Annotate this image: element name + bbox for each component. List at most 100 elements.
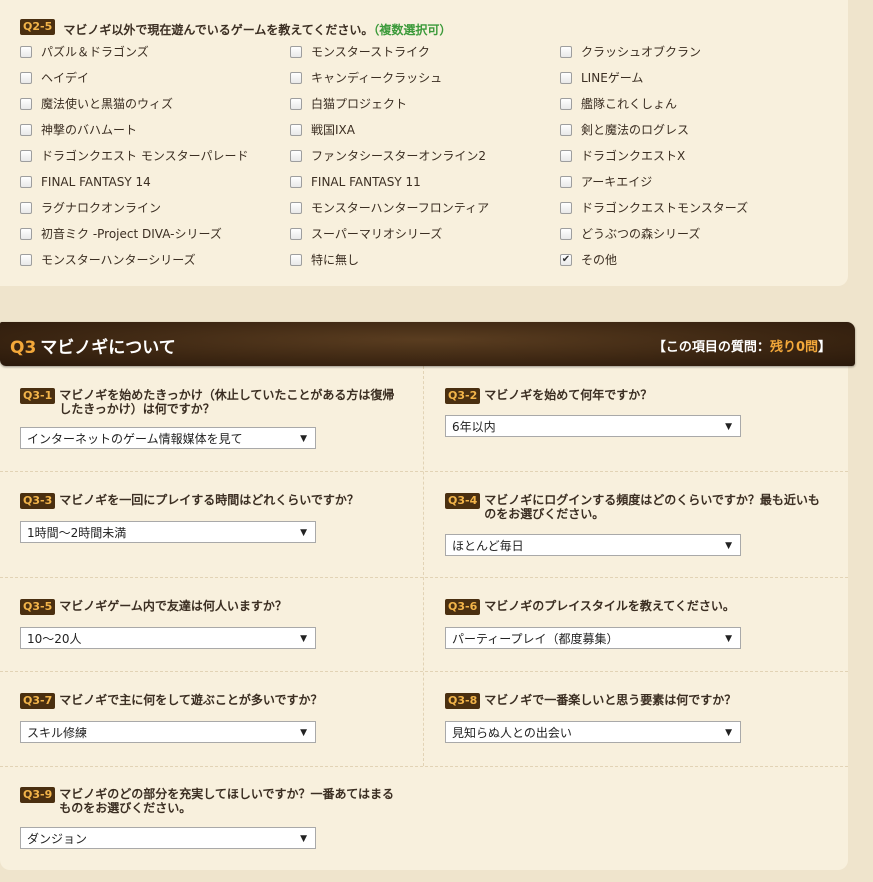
game-option[interactable]: ドラゴンクエスト モンスターパレード <box>20 148 248 164</box>
option-label: ドラゴンクエストX <box>581 149 686 163</box>
game-option[interactable]: キャンディークラッシュ <box>290 70 442 86</box>
game-option[interactable]: ラグナロクオンライン <box>20 200 161 216</box>
answer-select-q3-2[interactable]: 6年以内 ▼ <box>445 415 741 437</box>
answer-select-q3-5[interactable]: 10〜20人 ▼ <box>20 627 316 649</box>
game-option[interactable]: モンスターハンターシリーズ <box>20 252 196 268</box>
checkbox[interactable] <box>290 97 302 110</box>
game-option[interactable]: ヘイデイ <box>20 70 89 86</box>
question-heading: Q3-1 マビノギを始めたきっかけ（休止していたことがある方は復帰したきっかけ）は… <box>20 388 424 416</box>
game-option[interactable]: FINAL FANTASY 14 <box>20 174 151 190</box>
checkbox[interactable] <box>20 227 32 240</box>
checkbox[interactable] <box>560 201 572 214</box>
checkbox[interactable] <box>560 123 572 136</box>
option-label: 特に無し <box>311 253 360 267</box>
checkbox[interactable] <box>290 123 302 136</box>
game-option[interactable]: クラッシュオブクラン <box>560 44 701 60</box>
answer-select-q3-9[interactable]: ダンジョン ▼ <box>20 827 316 849</box>
checkbox[interactable] <box>290 71 302 84</box>
checkbox-checked[interactable]: ✔ <box>560 253 572 266</box>
game-option[interactable]: ドラゴンクエストモンスターズ <box>560 200 748 216</box>
option-label: モンスターストライク <box>311 45 430 59</box>
answer-select-q3-7[interactable]: スキル修練 ▼ <box>20 721 316 743</box>
option-label: ドラゴンクエスト モンスターパレード <box>41 149 249 163</box>
game-option[interactable]: 白猫プロジェクト <box>290 96 407 112</box>
game-option[interactable]: 初音ミク -Project DIVA-シリーズ <box>20 226 222 242</box>
answer-select-q3-8[interactable]: 見知らぬ人との出会い ▼ <box>445 721 741 743</box>
checkbox[interactable] <box>560 45 572 58</box>
question-tag: Q3-8 <box>445 693 481 709</box>
checkbox[interactable] <box>20 253 32 266</box>
divider <box>0 671 848 672</box>
question-tag: Q3-6 <box>445 599 481 615</box>
remaining-count: 残り0問 <box>769 340 818 355</box>
checkbox[interactable] <box>290 175 302 188</box>
answer-select-q3-6[interactable]: パーティープレイ（都度募集） ▼ <box>445 627 741 649</box>
checkbox[interactable] <box>290 227 302 240</box>
checkbox[interactable] <box>20 45 32 58</box>
question-q3-7: Q3-7 マビノギで主に何をして遊ぶことが多いですか？ <box>20 693 424 712</box>
q2-5-question: Q2-5 マビノギ以外で現在遊んでいるゲームを教えてください。（複数選択可） <box>20 19 451 38</box>
question-text: マビノギを一回にプレイする時間はどれくらいですか？ <box>59 493 359 507</box>
question-tag: Q3-3 <box>20 493 56 509</box>
selected-value: スキル修練 <box>27 726 88 740</box>
checkbox[interactable] <box>20 201 32 214</box>
checkbox[interactable] <box>20 97 32 110</box>
option-label: 初音ミク -Project DIVA-シリーズ <box>41 227 222 241</box>
game-option[interactable]: LINEゲーム <box>560 70 643 86</box>
game-option[interactable]: パズル＆ドラゴンズ <box>20 44 149 60</box>
game-option[interactable]: ドラゴンクエストX <box>560 148 685 164</box>
selected-value: 6年以内 <box>452 420 496 434</box>
checkbox[interactable] <box>560 149 572 162</box>
question-q3-9: Q3-9 マビノギのどの部分を充実してほしいですか？一番あてはまるものをお選びくだ… <box>20 787 424 815</box>
game-option[interactable]: モンスターハンターフロンティア <box>290 200 489 216</box>
answer-select-q3-1[interactable]: インターネットのゲーム情報媒体を見て ▼ <box>20 427 316 449</box>
checkbox[interactable] <box>560 97 572 110</box>
question-heading: Q3-8 マビノギで一番楽しいと思う要素は何ですか？ <box>445 693 849 712</box>
selected-value: インターネットのゲーム情報媒体を見て <box>27 432 243 446</box>
game-option[interactable]: 剣と魔法のログレス <box>560 122 689 138</box>
game-option[interactable]: ✔ その他 <box>560 252 617 268</box>
game-option[interactable]: FINAL FANTASY 11 <box>290 174 421 190</box>
option-label: パズル＆ドラゴンズ <box>41 45 149 59</box>
game-option[interactable]: 特に無し <box>290 252 359 268</box>
question-text: マビノギを始めたきっかけ（休止していたことがある方は復帰したきっかけ）は何ですか… <box>59 388 395 416</box>
game-option[interactable]: スーパーマリオシリーズ <box>290 226 442 242</box>
question-q3-3: Q3-3 マビノギを一回にプレイする時間はどれくらいですか？ <box>20 493 424 512</box>
selected-value: 10〜20人 <box>27 632 82 646</box>
game-option[interactable]: 戦国IXA <box>290 122 355 138</box>
game-option[interactable]: アーキエイジ <box>560 174 652 190</box>
checkbox[interactable] <box>20 149 32 162</box>
game-option[interactable]: ファンタシースターオンライン2 <box>290 148 486 164</box>
game-option[interactable]: モンスターストライク <box>290 44 430 60</box>
option-label: 白猫プロジェクト <box>311 97 408 111</box>
game-option[interactable]: 魔法使いと黒猫のウィズ <box>20 96 173 112</box>
answer-select-q3-4[interactable]: ほとんど毎日 ▼ <box>445 534 741 556</box>
game-option[interactable]: 艦隊これくしょん <box>560 96 677 112</box>
game-option[interactable]: 神撃のバハムート <box>20 122 137 138</box>
checkbox[interactable] <box>560 227 572 240</box>
option-label: 艦隊これくしょん <box>581 97 678 111</box>
option-label: その他 <box>581 253 618 267</box>
checkbox[interactable] <box>20 123 32 136</box>
option-label: ドラゴンクエストモンスターズ <box>581 201 749 215</box>
divider <box>0 766 848 767</box>
answer-select-q3-3[interactable]: 1時間〜2時間未満 ▼ <box>20 521 316 543</box>
checkbox[interactable] <box>20 71 32 84</box>
checkbox[interactable] <box>560 175 572 188</box>
question-text: マビノギ以外で現在遊んでいるゲームを教えてください。 <box>63 23 374 37</box>
chevron-down-icon: ▼ <box>725 422 732 432</box>
option-label: FINAL FANTASY 14 <box>41 175 151 189</box>
game-option[interactable]: どうぶつの森シリーズ <box>560 226 700 242</box>
remaining-questions: 【この項目の質問：残り0問】 <box>653 336 831 355</box>
question-tag: Q3-1 <box>20 388 56 404</box>
checkbox[interactable] <box>290 253 302 266</box>
checkbox[interactable] <box>290 45 302 58</box>
remaining-suffix: 】 <box>817 340 831 355</box>
option-label: LINEゲーム <box>581 71 644 85</box>
checkbox[interactable] <box>560 71 572 84</box>
checkbox[interactable] <box>290 201 302 214</box>
question-text: マビノギにログインする頻度はどのくらいですか？最も近いものをお選びください。 <box>484 493 820 521</box>
checkbox[interactable] <box>20 175 32 188</box>
question-tag: Q3-9 <box>20 787 56 803</box>
checkbox[interactable] <box>290 149 302 162</box>
